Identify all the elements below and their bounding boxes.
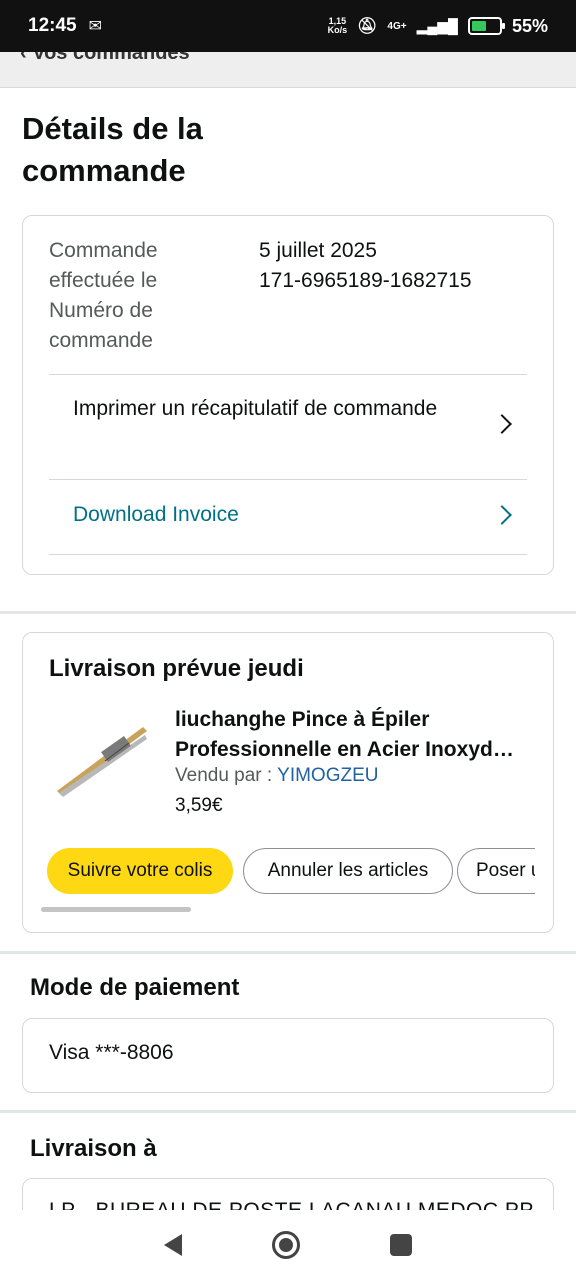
mute-icon: 🔕︎ — [357, 18, 378, 35]
divider — [49, 374, 527, 375]
section-separator — [0, 1110, 576, 1113]
divider — [49, 554, 527, 555]
product-image[interactable] — [47, 713, 157, 803]
battery-icon — [467, 17, 505, 35]
page-title: Détails de la commande — [22, 111, 203, 188]
ask-question-button[interactable]: Poser u — [457, 848, 535, 894]
home-icon[interactable] — [272, 1231, 300, 1259]
product-name-link[interactable]: liuchanghe Pince à Épiler Professionnell… — [175, 705, 535, 765]
status-bar: 12:45 ✉ 1,15 Ko/s 🔕︎ 4G+ ▂▄▆█ 55% — [0, 0, 576, 52]
mail-icon: ✉ — [88, 18, 103, 35]
battery-fill — [471, 21, 486, 31]
back-icon[interactable] — [164, 1234, 182, 1256]
chevron-left-icon: ‹ — [20, 52, 33, 64]
order-date-value: 5 juillet 2025 — [259, 239, 377, 262]
seller-link[interactable]: YIMOGZEU — [277, 765, 378, 786]
seller-prefix: Vendu par : — [175, 765, 273, 786]
top-nav: ‹ Vos commandes — [0, 52, 576, 88]
product-price: 3,59€ — [175, 795, 223, 816]
delivery-title: Livraison prévue jeudi — [49, 655, 304, 682]
speed-unit: Ko/s — [327, 25, 348, 35]
network-type: 4G+ — [387, 20, 407, 32]
order-number-value: 171-6965189-1682715 — [259, 269, 472, 292]
payment-method: Visa ***-8806 — [49, 1041, 174, 1064]
cancel-items-button[interactable]: Annuler les articles — [243, 848, 453, 894]
back-label: Vos commandes — [32, 52, 190, 64]
payment-card: Visa ***-8806 — [22, 1018, 554, 1093]
print-summary-link[interactable]: Imprimer un récapitulatif de commande — [73, 394, 513, 424]
battery-percent: 55% — [511, 15, 548, 36]
status-icons: 1,15 Ko/s 🔕︎ 4G+ ▂▄▆█ 55% — [328, 16, 548, 37]
delivery-card: Livraison prévue jeudi liuchanghe Pince … — [22, 632, 554, 933]
horizontal-scrollbar[interactable] — [41, 907, 191, 912]
system-nav-bar — [0, 1210, 576, 1280]
section-separator — [0, 951, 576, 954]
order-date-label: Commande effectuée le — [49, 239, 158, 292]
signal-icon: ▂▄▆█ — [416, 17, 458, 34]
recents-icon[interactable] — [390, 1234, 412, 1256]
seller-info: Vendu par : YIMOGZEU — [175, 765, 378, 787]
track-package-button[interactable]: Suivre votre colis — [47, 848, 233, 894]
back-link[interactable]: ‹ Vos commandes — [20, 52, 190, 65]
download-invoice-link[interactable]: Download Invoice — [73, 500, 513, 530]
payment-title: Mode de paiement — [30, 974, 240, 1001]
order-info-card: Commande effectuée le 5 juillet 2025 Num… — [22, 215, 554, 575]
shipping-title: Livraison à — [30, 1135, 157, 1162]
divider — [49, 479, 527, 480]
network-speed: 1,15 Ko/s — [328, 17, 348, 35]
section-separator — [0, 611, 576, 614]
status-time: 12:45 — [28, 15, 77, 36]
order-number-label: Numéro de commande — [49, 299, 153, 352]
